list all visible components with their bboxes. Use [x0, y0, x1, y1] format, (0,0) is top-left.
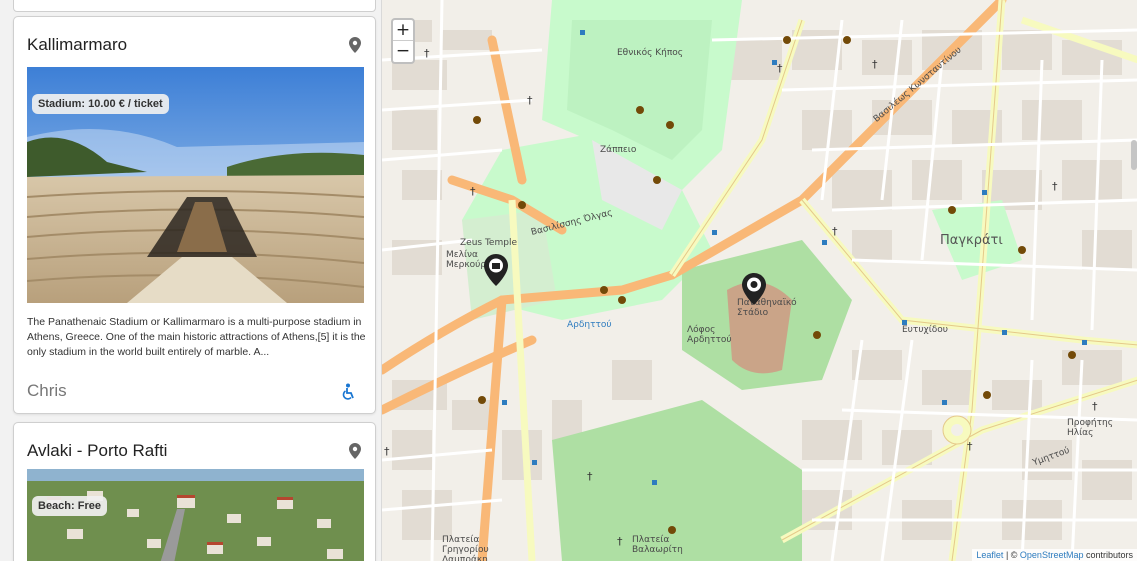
attribution-separator: | ©: [1003, 550, 1020, 560]
map-label-square: Πλατεία Γρηγορίου Λαμπράκη: [442, 535, 489, 561]
svg-text:†: †: [384, 445, 390, 458]
stadium-photo: Stadium: 10.00 € / ticket: [27, 67, 364, 303]
map-label-ardittou-street: Αρδηττού: [567, 320, 612, 330]
price-badge: Stadium: 10.00 € / ticket: [32, 94, 169, 114]
zoom-in-button[interactable]: +: [393, 20, 413, 41]
map-label-pagkrati: Παγκράτι: [940, 233, 1003, 248]
price-badge: Beach: Free: [32, 496, 107, 516]
zoom-out-button[interactable]: −: [393, 41, 413, 62]
svg-text:†: †: [617, 535, 623, 548]
attribution-contributors: contributors: [1083, 550, 1133, 560]
map-label-eftichidou: Ευτυχίδου: [902, 325, 948, 335]
zoom-control: + −: [391, 18, 415, 64]
beach-photo: Beach: Free: [27, 469, 364, 561]
svg-text:†: †: [587, 470, 593, 483]
osm-link[interactable]: OpenStreetMap: [1020, 550, 1084, 560]
map-label-zeus-temple: Zeus Temple: [460, 238, 517, 248]
leaflet-link[interactable]: Leaflet: [976, 550, 1003, 560]
map-view[interactable]: † † † † † † † † † † † † + − Παγκράτι Zeus Temple…: [381, 0, 1137, 561]
svg-text:†: †: [777, 62, 783, 75]
map-label-profitis-ilias: Προφήτης Ηλίας: [1067, 418, 1114, 438]
place-card-avlaki[interactable]: Avlaki - Porto Rafti Beach: Free: [13, 422, 376, 561]
map-label-kipos: Εθνικός Κήπος: [617, 48, 684, 58]
location-pin-icon[interactable]: [349, 443, 361, 459]
svg-text:†: †: [832, 225, 838, 238]
wheelchair-accessible-icon[interactable]: [341, 383, 355, 401]
svg-text:†: †: [527, 94, 533, 107]
card-title: Kallimarmaro: [27, 35, 128, 54]
previous-card-edge: [13, 0, 376, 12]
svg-text:†: †: [967, 440, 973, 453]
svg-text:†: †: [872, 58, 878, 71]
svg-text:†: †: [470, 185, 476, 198]
card-description: The Panathenaic Stadium or Kallimarmaro …: [27, 316, 366, 358]
location-pin-icon[interactable]: [349, 37, 361, 53]
svg-text:†: †: [424, 47, 430, 60]
card-title: Avlaki - Porto Rafti: [27, 441, 168, 460]
card-author: Chris: [27, 381, 67, 400]
svg-text:†: †: [1092, 400, 1098, 413]
map-label-square-2: Πλατεία Βαλαωρίτη: [632, 535, 683, 555]
map-attribution: Leaflet | © OpenStreetMap contributors: [972, 549, 1137, 561]
map-label-zappeio: Ζάππειο: [600, 145, 637, 155]
map-label-ardittos: Λόφος Αρδηττού: [687, 325, 732, 345]
place-marker-zeus-temple[interactable]: [484, 254, 508, 286]
scrollbar-thumb[interactable]: [1131, 140, 1137, 170]
place-card-kallimarmaro[interactable]: Kallimarmaro Stadium: 10.00 € / ticket T…: [13, 16, 376, 414]
place-marker-kallimarmaro[interactable]: [742, 273, 766, 305]
places-list-panel: Kallimarmaro Stadium: 10.00 € / ticket T…: [0, 0, 381, 561]
svg-text:†: †: [1052, 180, 1058, 193]
